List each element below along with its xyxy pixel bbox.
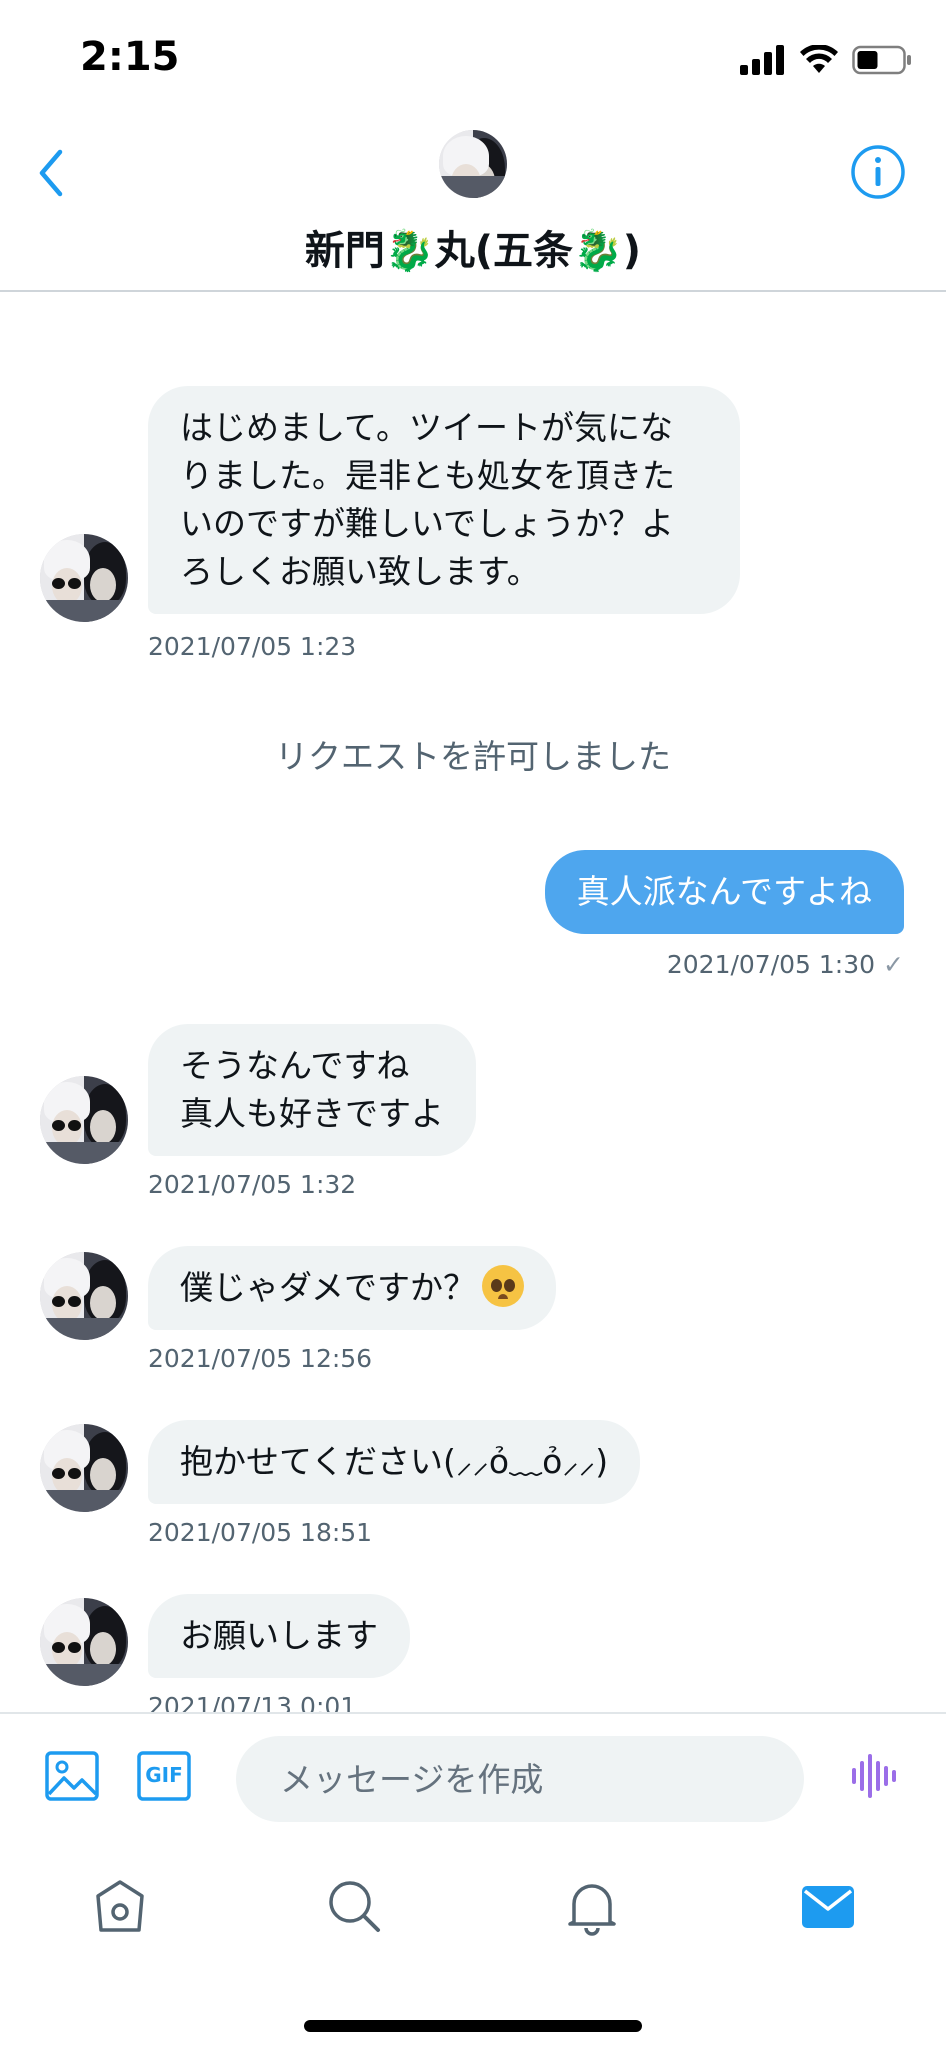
tab-notifications[interactable] [562, 1876, 622, 1936]
message-line: りました。是非とも処女を頂きた [180, 456, 675, 495]
tab-search[interactable] [324, 1876, 384, 1936]
voice-message-icon [852, 1754, 896, 1798]
sender-avatar[interactable] [40, 1598, 128, 1686]
message-timestamp: 2021/07/05 12:56 [148, 1344, 373, 1373]
add-gif-button[interactable]: GIF [136, 1748, 192, 1804]
conversation-header: 新門🐉丸(五条🐉) [0, 110, 946, 292]
info-button[interactable] [850, 144, 906, 200]
message-line: はじめまして。ツイートが気にな [180, 408, 674, 447]
gif-label: GIF [145, 1763, 183, 1787]
incoming-message-bubble[interactable]: そうなんですね 真人も好きですよ [148, 1024, 476, 1156]
bottom-tab-bar [0, 1842, 946, 2048]
message-input[interactable] [236, 1736, 804, 1822]
message-text: お願いします [180, 1616, 378, 1655]
add-image-button[interactable] [44, 1748, 100, 1804]
sender-avatar[interactable] [40, 534, 128, 622]
back-chevron-icon [39, 149, 63, 197]
status-time: 2:15 [80, 34, 180, 80]
message-text: 僕じゃダメですか？ [180, 1268, 477, 1307]
message-line: いのですが難しいでしょうか？よ [180, 504, 675, 543]
read-check-icon: ✓ [883, 950, 904, 979]
sender-avatar[interactable] [40, 1076, 128, 1164]
notifications-bell-icon [568, 1884, 616, 1936]
cellular-signal-icon [740, 45, 784, 75]
message-timestamp: 2021/07/05 1:23 [148, 632, 357, 661]
voice-message-button[interactable] [846, 1748, 902, 1804]
incoming-message-bubble[interactable]: はじめまして。ツイートが気にな りました。是非とも処女を頂きた いのですが難しい… [148, 386, 740, 614]
sender-avatar[interactable] [40, 1252, 128, 1340]
pleading-face-emoji [482, 1265, 525, 1307]
message-text: 抱かせてください(⸝⸝ỏ﹏ỏ⸝⸝) [180, 1442, 609, 1481]
search-icon [329, 1881, 380, 1932]
header-avatar[interactable] [439, 130, 507, 198]
message-timestamp: 2021/07/05 1:30 ✓ [667, 950, 904, 979]
timestamp-text: 2021/07/05 1:30 [666, 950, 876, 979]
message-line: そうなんですね [180, 1046, 410, 1085]
incoming-message-bubble[interactable]: お願いします [148, 1594, 410, 1678]
message-list[interactable]: はじめまして。ツイートが気にな りました。是非とも処女を頂きた いのですが難しい… [0, 294, 946, 1712]
messages-envelope-icon [802, 1886, 854, 1928]
sender-avatar[interactable] [40, 1424, 128, 1512]
home-icon [96, 1880, 144, 1932]
message-timestamp: 2021/07/05 1:32 [148, 1170, 357, 1199]
tab-home[interactable] [90, 1876, 150, 1936]
message-composer: GIF [0, 1712, 946, 1842]
image-icon [45, 1751, 99, 1801]
incoming-message-bubble[interactable]: 抱かせてください(⸝⸝ỏ﹏ỏ⸝⸝) [148, 1420, 641, 1504]
message-timestamp: 2021/07/13 0:01 [148, 1692, 357, 1712]
status-bar: 2:15 [0, 0, 946, 110]
status-icons [740, 40, 912, 80]
message-line: 真人も好きですよ [180, 1094, 444, 1133]
conversation-title: 新門🐉丸(五条🐉) [304, 228, 642, 274]
back-button[interactable] [28, 140, 74, 206]
info-icon [851, 145, 905, 199]
message-text: 真人派なんですよね [576, 872, 872, 911]
request-accepted-note: リクエストを許可しました [275, 737, 671, 776]
message-timestamp: 2021/07/05 18:51 [148, 1518, 373, 1547]
incoming-message-bubble[interactable]: 僕じゃダメですか？ [148, 1246, 557, 1330]
battery-icon [852, 45, 911, 75]
message-line: ろしくお願い致します。 [180, 552, 540, 591]
home-indicator [304, 2020, 642, 2032]
tab-messages[interactable] [798, 1876, 858, 1936]
wifi-icon [800, 45, 838, 73]
outgoing-message-bubble[interactable]: 真人派なんですよね [544, 850, 904, 934]
